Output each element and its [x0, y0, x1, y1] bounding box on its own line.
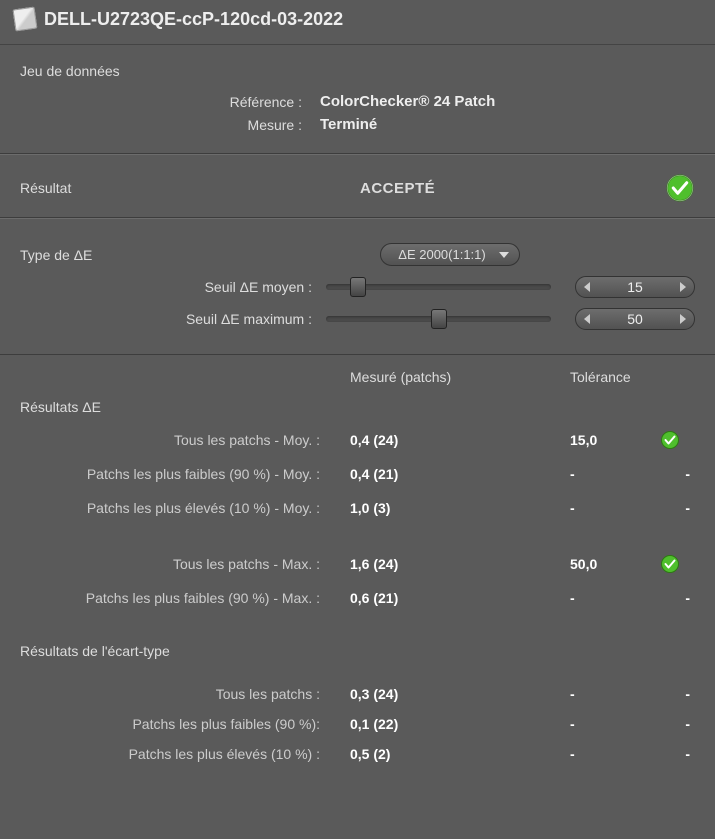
- page-title: DELL-U2723QE-ccP-120cd-03-2022: [44, 9, 343, 30]
- result-value: ACCEPTÉ: [120, 180, 665, 197]
- result-row-measured: 0,1 (22): [350, 716, 570, 732]
- result-row-status: -: [660, 686, 690, 702]
- max-threshold-stepper[interactable]: 50: [575, 308, 695, 330]
- tolerance-header: Tolérance: [570, 369, 690, 385]
- result-row-status: -: [660, 716, 690, 732]
- dataset-label: Jeu de données: [20, 63, 695, 79]
- de-type-select[interactable]: ΔE 2000(1:1:1): [380, 243, 520, 266]
- result-row-tolerance: -: [570, 716, 660, 732]
- chevron-down-icon: [499, 252, 509, 258]
- avg-threshold-slider[interactable]: [326, 284, 551, 290]
- increase-icon[interactable]: [680, 314, 686, 324]
- result-row-label: Patchs les plus faibles (90 %):: [20, 716, 350, 732]
- title-bar: DELL-U2723QE-ccP-120cd-03-2022: [0, 0, 715, 45]
- reference-label: Référence :: [20, 94, 320, 110]
- avg-threshold-stepper[interactable]: 15: [575, 276, 695, 298]
- result-row: Patchs les plus faibles (90 %):0,1 (22)-…: [20, 711, 695, 737]
- result-row-label: Tous les patchs :: [20, 686, 350, 702]
- result-row-tolerance: 15,0: [570, 432, 660, 448]
- result-row: Tous les patchs - Max. :1,6 (24)50,0: [20, 549, 695, 579]
- decrease-icon[interactable]: [584, 314, 590, 324]
- result-row-tolerance: -: [570, 746, 660, 762]
- result-row-label: Tous les patchs - Max. :: [20, 556, 350, 572]
- de-type-selected: ΔE 2000(1:1:1): [398, 247, 485, 262]
- result-row: Patchs les plus faibles (90 %) - Moy. :0…: [20, 459, 695, 489]
- checkmark-icon: [665, 173, 695, 203]
- result-row-status: [660, 554, 690, 574]
- result-row-measured: 0,4 (24): [350, 432, 570, 448]
- result-row-measured: 0,5 (2): [350, 746, 570, 762]
- result-row-measured: 0,3 (24): [350, 686, 570, 702]
- result-row-label: Patchs les plus faibles (90 %) - Moy. :: [20, 466, 350, 482]
- result-row: Patchs les plus faibles (90 %) - Max. :0…: [20, 583, 695, 613]
- result-row-measured: 1,0 (3): [350, 500, 570, 516]
- result-row-label: Patchs les plus faibles (90 %) - Max. :: [20, 590, 350, 606]
- result-row-status: -: [660, 500, 690, 516]
- measure-label: Mesure :: [20, 117, 320, 133]
- result-row-status: -: [660, 590, 690, 606]
- decrease-icon[interactable]: [584, 282, 590, 292]
- result-row: Tous les patchs :0,3 (24)--: [20, 681, 695, 707]
- result-row-tolerance: -: [570, 686, 660, 702]
- checkmark-icon: [660, 554, 680, 574]
- result-row-measured: 0,4 (21): [350, 466, 570, 482]
- result-section: Résultat ACCEPTÉ: [0, 154, 715, 218]
- result-row: Patchs les plus élevés (10 %) :0,5 (2)--: [20, 741, 695, 767]
- measure-value: Terminé: [320, 116, 377, 133]
- results-grid: Mesuré (patchs) Tolérance Résultats ΔE T…: [0, 355, 715, 781]
- stddev-results-label: Résultats de l'écart-type: [20, 643, 695, 659]
- result-row-status: [660, 430, 690, 450]
- result-row: Tous les patchs - Moy. :0,4 (24)15,0: [20, 425, 695, 455]
- document-icon: [13, 7, 38, 32]
- de-type-label: Type de ΔE: [20, 247, 140, 263]
- max-threshold-value: 50: [627, 311, 643, 327]
- max-threshold-slider[interactable]: [326, 316, 551, 322]
- result-row: Patchs les plus élevés (10 %) - Moy. :1,…: [20, 493, 695, 523]
- result-row-tolerance: -: [570, 500, 660, 516]
- result-row-tolerance: -: [570, 590, 660, 606]
- measured-header: Mesuré (patchs): [350, 369, 570, 385]
- dataset-section: Jeu de données Référence : ColorChecker®…: [0, 45, 715, 154]
- result-row-measured: 0,6 (21): [350, 590, 570, 606]
- result-row-status: -: [660, 746, 690, 762]
- max-threshold-label: Seuil ΔE maximum :: [20, 311, 320, 327]
- reference-value: ColorChecker® 24 Patch: [320, 93, 495, 110]
- result-row-status: -: [660, 466, 690, 482]
- avg-threshold-label: Seuil ΔE moyen :: [20, 279, 320, 295]
- slider-thumb[interactable]: [431, 309, 447, 329]
- result-row-tolerance: 50,0: [570, 556, 660, 572]
- result-row-label: Patchs les plus élevés (10 %) - Moy. :: [20, 500, 350, 516]
- checkmark-icon: [660, 430, 680, 450]
- increase-icon[interactable]: [680, 282, 686, 292]
- de-type-section: Type de ΔE ΔE 2000(1:1:1) Seuil ΔE moyen…: [0, 218, 715, 355]
- result-row-measured: 1,6 (24): [350, 556, 570, 572]
- result-row-label: Tous les patchs - Moy. :: [20, 432, 350, 448]
- result-row-tolerance: -: [570, 466, 660, 482]
- delta-e-results-label: Résultats ΔE: [20, 399, 695, 415]
- avg-threshold-value: 15: [627, 279, 643, 295]
- result-label: Résultat: [20, 180, 120, 196]
- result-row-label: Patchs les plus élevés (10 %) :: [20, 746, 350, 762]
- slider-thumb[interactable]: [350, 277, 366, 297]
